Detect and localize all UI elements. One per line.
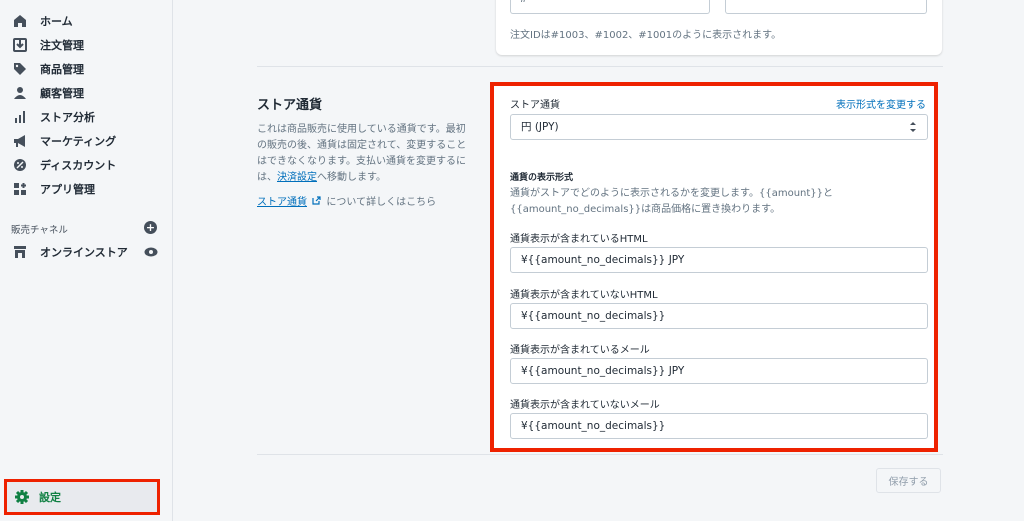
- megaphone-icon: [12, 133, 28, 149]
- currency-select[interactable]: 円 (JPY): [510, 114, 928, 140]
- sidebar-item-customers[interactable]: 顧客管理: [0, 81, 173, 105]
- order-suffix-input[interactable]: [725, 0, 927, 14]
- currency-card: ストア通貨 表示形式を変更する 円 (JPY) 通貨の表示形式 通貨がストアでど…: [490, 82, 938, 452]
- sidebar-item-label: アプリ管理: [40, 183, 95, 196]
- sidebar-item-label: ストア分析: [40, 111, 95, 124]
- select-arrows-icon: [910, 122, 916, 132]
- bar-chart-icon: [12, 109, 28, 125]
- sales-channels-label: 販売チャネル: [11, 225, 68, 236]
- orders-icon: [12, 37, 28, 53]
- sidebar-item-label: 注文管理: [40, 39, 84, 52]
- sidebar-item-home[interactable]: ホーム: [0, 9, 173, 33]
- add-channel-icon[interactable]: +: [144, 221, 157, 234]
- discount-icon: [12, 157, 28, 173]
- sidebar-item-discounts[interactable]: ディスカウント: [0, 153, 173, 177]
- store-currency-label: ストア通貨: [510, 100, 560, 111]
- sidebar-item-analytics[interactable]: ストア分析: [0, 105, 173, 129]
- sidebar-item-label: 設定: [39, 491, 61, 504]
- email-without-currency-input[interactable]: ¥{{amount_no_decimals}}: [510, 413, 928, 439]
- sidebar-item-label: 顧客管理: [40, 87, 84, 100]
- store-currency-link[interactable]: ストア通貨: [257, 197, 307, 208]
- section-divider: [257, 454, 943, 455]
- tag-icon: [12, 61, 28, 77]
- person-icon: [12, 85, 28, 101]
- save-button[interactable]: 保存する: [876, 468, 941, 493]
- sidebar-item-settings[interactable]: 設定: [4, 479, 160, 515]
- field-label: 通貨表示が含まれているHTML: [510, 234, 648, 245]
- sidebar-item-orders[interactable]: 注文管理: [0, 33, 173, 57]
- payment-settings-link[interactable]: 決済設定: [277, 172, 317, 183]
- html-without-currency-input[interactable]: ¥{{amount_no_decimals}}: [510, 303, 928, 329]
- sidebar-item-label: 商品管理: [40, 63, 84, 76]
- sidebar-item-label: オンラインストア: [40, 246, 128, 259]
- sidebar-item-apps[interactable]: アプリ管理: [0, 177, 173, 201]
- external-link-icon: [312, 196, 321, 205]
- field-label: 通貨表示が含まれていないHTML: [510, 290, 658, 301]
- format-description: 通貨がストアでどのように表示されるかを変更します。{{amount}}と{{am…: [510, 188, 834, 215]
- apps-icon: [12, 181, 28, 197]
- sidebar: ホーム 注文管理 商品管理 顧客管理 ストア分析 マーケティング ディスカウント…: [0, 0, 173, 521]
- email-with-currency-input[interactable]: ¥{{amount_no_decimals}} JPY: [510, 358, 928, 384]
- order-prefix-input[interactable]: #: [510, 0, 710, 14]
- sidebar-item-label: マーケティング: [40, 135, 117, 148]
- field-label: 通貨表示が含まれているメール: [510, 345, 650, 356]
- learn-more: ストア通貨 について詳しくはこちら: [257, 196, 437, 208]
- section-title: ストア通貨: [257, 98, 323, 113]
- sidebar-item-label: ホーム: [40, 15, 73, 28]
- gear-icon: [15, 490, 29, 504]
- sidebar-item-label: ディスカウント: [40, 159, 117, 172]
- format-heading: 通貨の表示形式: [510, 173, 574, 183]
- sidebar-item-marketing[interactable]: マーケティング: [0, 129, 173, 153]
- eye-icon[interactable]: [144, 247, 158, 257]
- section-description: これは商品販売に使用している通貨です。最初の販売の後、通貨は固定されて、変更する…: [257, 124, 467, 183]
- order-id-help: 注文IDは#1003、#1002、#1001のように表示されます。: [510, 30, 782, 41]
- section-divider: [257, 66, 943, 67]
- html-with-currency-input[interactable]: ¥{{amount_no_decimals}} JPY: [510, 247, 928, 273]
- store-icon: [12, 244, 28, 260]
- field-label: 通貨表示が含まれていないメール: [510, 400, 660, 411]
- sidebar-item-products[interactable]: 商品管理: [0, 57, 173, 81]
- home-icon: [12, 13, 28, 29]
- change-format-link[interactable]: 表示形式を変更する: [836, 96, 926, 111]
